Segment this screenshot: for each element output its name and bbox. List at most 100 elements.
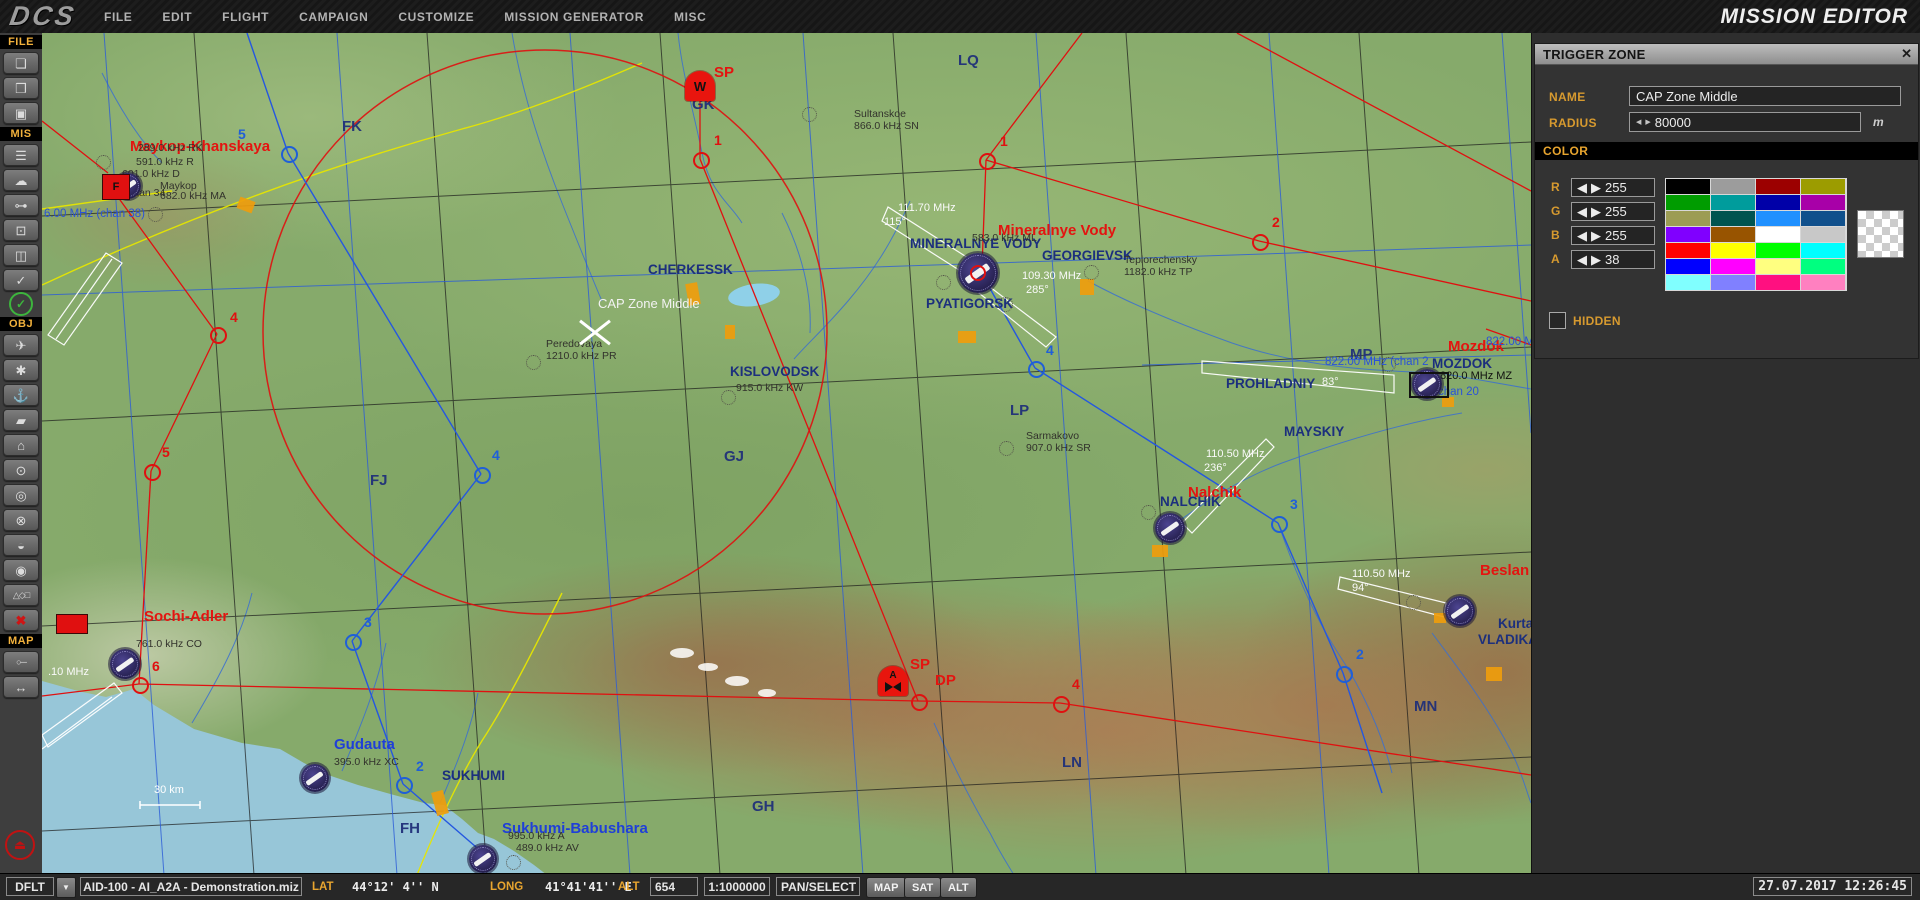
palette-color-swatch[interactable] bbox=[1666, 211, 1710, 226]
validate-button[interactable]: ✓ bbox=[3, 269, 39, 291]
hidden-checkbox[interactable] bbox=[1549, 312, 1566, 329]
radius-increment-icon[interactable]: ▶ bbox=[1645, 118, 1650, 126]
eject-button[interactable]: ⏏ bbox=[5, 830, 35, 860]
map-scale-value[interactable]: 1:1000000 bbox=[704, 877, 770, 896]
channel-b-input[interactable]: ◀▶255 bbox=[1571, 226, 1655, 245]
waypoint-circle[interactable] bbox=[474, 467, 491, 484]
palette-color-swatch[interactable] bbox=[1711, 275, 1755, 290]
increment-icon[interactable]: ▶ bbox=[1591, 204, 1601, 220]
mouse-mode-value[interactable]: PAN/SELECT bbox=[776, 877, 860, 896]
channel-g-input[interactable]: ◀▶255 bbox=[1571, 202, 1655, 221]
airport-icon[interactable] bbox=[110, 649, 140, 679]
waypoint-circle[interactable] bbox=[144, 464, 161, 481]
goals-button[interactable]: ◫ bbox=[3, 244, 39, 266]
zone-center-marker[interactable] bbox=[578, 316, 612, 350]
add-vehicle-button[interactable]: ▰ bbox=[3, 409, 39, 431]
palette-color-swatch[interactable] bbox=[1756, 227, 1800, 242]
alt-button[interactable]: ALT bbox=[940, 877, 977, 898]
palette-color-swatch[interactable] bbox=[1666, 195, 1710, 210]
ruler-button[interactable]: ↔ bbox=[3, 676, 39, 698]
increment-icon[interactable]: ▶ bbox=[1591, 252, 1601, 268]
menu-item-misc[interactable]: MISC bbox=[674, 10, 706, 24]
decrement-icon[interactable]: ◀ bbox=[1577, 204, 1587, 220]
airport-icon[interactable] bbox=[1155, 513, 1185, 543]
palette-color-swatch[interactable] bbox=[1711, 243, 1755, 258]
waypoint-circle[interactable] bbox=[1336, 666, 1353, 683]
waypoint-circle[interactable] bbox=[345, 634, 362, 651]
palette-color-swatch[interactable] bbox=[1711, 211, 1755, 226]
radius-decrement-icon[interactable]: ◀ bbox=[1636, 118, 1641, 126]
palette-color-swatch[interactable] bbox=[1801, 275, 1845, 290]
briefing-button[interactable]: ☰ bbox=[3, 144, 39, 166]
palette-color-swatch[interactable] bbox=[1756, 179, 1800, 194]
decrement-icon[interactable]: ◀ bbox=[1577, 252, 1587, 268]
open-mission-button[interactable]: ❒ bbox=[3, 77, 39, 99]
sat-button[interactable]: SAT bbox=[904, 877, 941, 898]
palette-color-swatch[interactable] bbox=[1666, 243, 1710, 258]
waypoint-circle[interactable] bbox=[911, 694, 928, 711]
menu-item-campaign[interactable]: CAMPAIGN bbox=[299, 10, 368, 24]
triggers-button[interactable]: ⊡ bbox=[3, 219, 39, 241]
add-waypoint-button[interactable]: ⊙ bbox=[3, 459, 39, 481]
shapes-button[interactable]: △◇□ bbox=[3, 584, 39, 606]
palette-color-swatch[interactable] bbox=[1711, 227, 1755, 242]
menu-item-file[interactable]: FILE bbox=[104, 10, 132, 24]
unit-marker[interactable] bbox=[56, 614, 88, 634]
palette-color-swatch[interactable] bbox=[1801, 243, 1845, 258]
close-icon[interactable]: ✕ bbox=[1901, 46, 1912, 62]
waypoint-circle[interactable] bbox=[396, 777, 413, 794]
palette-color-swatch[interactable] bbox=[1711, 195, 1755, 210]
palette-color-swatch[interactable] bbox=[1666, 179, 1710, 194]
waypoint-circle[interactable] bbox=[281, 146, 298, 163]
palette-color-swatch[interactable] bbox=[1711, 259, 1755, 274]
waypoint-circle[interactable] bbox=[1053, 696, 1070, 713]
bullseye-button[interactable]: ◒ bbox=[3, 534, 39, 556]
chevron-down-icon[interactable]: ▼ bbox=[56, 877, 76, 898]
increment-icon[interactable]: ▶ bbox=[1591, 228, 1601, 244]
palette-color-swatch[interactable] bbox=[1756, 243, 1800, 258]
palette-color-swatch[interactable] bbox=[1801, 227, 1845, 242]
palette-color-swatch[interactable] bbox=[1801, 179, 1845, 194]
template-button[interactable]: ◉ bbox=[3, 559, 39, 581]
decrement-icon[interactable]: ◀ bbox=[1577, 180, 1587, 196]
mission-filename[interactable]: AID-100 - AI_A2A - Demonstration.miz bbox=[80, 877, 302, 896]
waypoint-circle[interactable] bbox=[132, 677, 149, 694]
palette-color-swatch[interactable] bbox=[1666, 259, 1710, 274]
airport-icon[interactable] bbox=[469, 845, 497, 873]
group-badge[interactable]: W bbox=[685, 71, 715, 101]
group-badge[interactable]: A bbox=[878, 666, 908, 696]
palette-color-swatch[interactable] bbox=[1801, 259, 1845, 274]
waypoint-circle[interactable] bbox=[979, 153, 996, 170]
add-helicopter-button[interactable]: ✱ bbox=[3, 359, 39, 381]
decrement-icon[interactable]: ◀ bbox=[1577, 228, 1587, 244]
palette-color-swatch[interactable] bbox=[1756, 195, 1800, 210]
route-tool-button[interactable]: ⊶ bbox=[3, 194, 39, 216]
palette-color-swatch[interactable] bbox=[1756, 275, 1800, 290]
waypoint-circle[interactable] bbox=[210, 327, 227, 344]
new-mission-button[interactable]: ❏ bbox=[3, 52, 39, 74]
add-trigger-zone-button[interactable]: ◎ bbox=[3, 484, 39, 506]
add-ship-button[interactable]: ⚓ bbox=[3, 384, 39, 406]
airport-icon[interactable] bbox=[301, 764, 329, 792]
zone-name-input[interactable]: CAP Zone Middle bbox=[1629, 86, 1901, 106]
alt-value[interactable]: 654 bbox=[650, 877, 698, 896]
waypoint-circle[interactable] bbox=[1271, 516, 1288, 533]
zone-radius-input[interactable]: ◀ ▶ 80000 bbox=[1629, 112, 1861, 132]
menu-item-flight[interactable]: FLIGHT bbox=[222, 10, 269, 24]
waypoint-circle[interactable] bbox=[693, 152, 710, 169]
menu-item-edit[interactable]: EDIT bbox=[162, 10, 192, 24]
save-mission-button[interactable]: ▣ bbox=[3, 102, 39, 124]
palette-color-swatch[interactable] bbox=[1756, 259, 1800, 274]
palette-color-swatch[interactable] bbox=[1666, 227, 1710, 242]
palette-color-swatch[interactable] bbox=[1801, 211, 1845, 226]
map-viewport[interactable]: FKLQGKFJGJLPLNGHFHMNMPMaykop-KhanskayaMi… bbox=[42, 33, 1531, 874]
airport-icon[interactable] bbox=[1445, 596, 1475, 626]
channel-r-input[interactable]: ◀▶255 bbox=[1571, 178, 1655, 197]
palette-color-swatch[interactable] bbox=[1666, 275, 1710, 290]
add-static-object-button[interactable]: ⌂ bbox=[3, 434, 39, 456]
waypoint-circle[interactable] bbox=[1028, 361, 1045, 378]
increment-icon[interactable]: ▶ bbox=[1591, 180, 1601, 196]
weather-button[interactable]: ☁ bbox=[3, 169, 39, 191]
map-key-button[interactable]: ○─ bbox=[3, 651, 39, 673]
waypoint-circle[interactable] bbox=[1252, 234, 1269, 251]
